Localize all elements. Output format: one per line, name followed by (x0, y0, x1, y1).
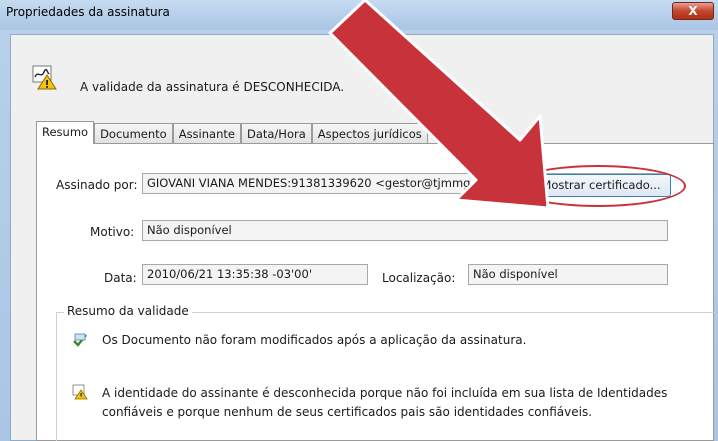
validity-summary-title: Resumo da validade (64, 304, 192, 318)
tab-resumo[interactable]: Resumo (36, 121, 95, 144)
title-bar[interactable]: Propriedades da assinatura X (0, 0, 718, 30)
document-unmodified-icon (73, 333, 87, 347)
tab-assinante[interactable]: Assinante (172, 123, 241, 143)
location-label: Localização: (382, 271, 456, 285)
signature-properties-window: Propriedades da assinatura X A validade … (0, 0, 718, 441)
signature-status-text: A validade da assinatura é DESCONHECIDA. (80, 80, 345, 94)
tab-documento[interactable]: Documento (94, 123, 173, 143)
tab-strip: Resumo Documento Assinante Data/Hora Asp… (36, 121, 428, 144)
date-label: Data: (104, 271, 137, 285)
reason-label: Motivo: (90, 225, 135, 239)
annotation-circle (510, 165, 686, 207)
close-button[interactable]: X (672, 2, 714, 20)
signature-warning-icon (32, 65, 57, 90)
validity-item-text: Os Documento não foram modificados após … (102, 333, 527, 347)
identity-warning-icon (72, 384, 88, 400)
date-field: 2010/06/21 13:35:38 -03'00' (142, 264, 368, 285)
validity-item-text: A identidade do assinante é desconhecida… (102, 386, 668, 400)
reason-field: Não disponível (142, 220, 668, 241)
location-field: Não disponível (468, 264, 668, 285)
window-title: Propriedades da assinatura (6, 5, 170, 19)
tab-data-hora[interactable]: Data/Hora (240, 123, 312, 143)
tab-aspectos-juridicos[interactable]: Aspectos jurídicos (311, 123, 428, 143)
signed-by-label: Assinado por: (56, 178, 138, 192)
validity-item-text: confiáveis e porque nenhum de seus certi… (102, 405, 593, 419)
